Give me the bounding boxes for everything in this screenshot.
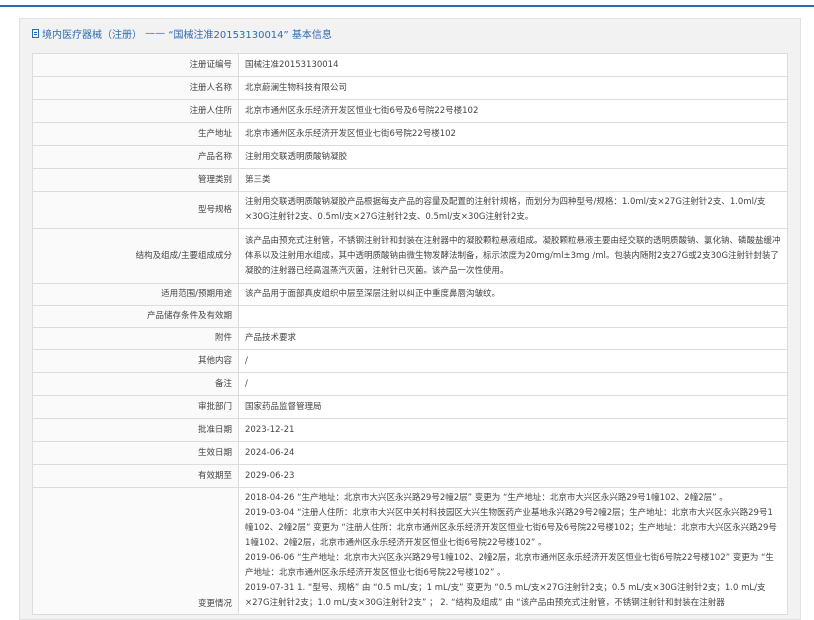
table-row: 注册证编号 国械注准20153130014 — [32, 53, 788, 77]
top-divider — [0, 5, 814, 7]
table-row: 适用范围/预期用途 该产品用于面部真皮组织中层至深层注射以纠正中重度鼻唇沟皱纹。 — [32, 283, 788, 306]
table-row: 备注 / — [32, 372, 788, 396]
field-value — [238, 305, 788, 328]
field-label: 生效日期 — [32, 441, 239, 465]
field-label: 附件 — [32, 327, 239, 350]
field-value: 国械注准20153130014 — [238, 53, 788, 77]
table-row: 产品名称 注射用交联透明质酸钠凝胶 — [32, 145, 788, 169]
document-icon — [32, 29, 39, 38]
field-label: 备注 — [32, 372, 239, 396]
field-label: 管理类别 — [32, 168, 239, 192]
field-label: 型号规格 — [32, 191, 239, 229]
field-value: 该产品用于面部真皮组织中层至深层注射以纠正中重度鼻唇沟皱纹。 — [238, 283, 788, 306]
table-row: 结构及组成/主要组成成分 该产品由预充式注射管，不锈钢注射针和封装在注射器中的凝… — [32, 228, 788, 284]
field-value: 2029-06-23 — [238, 464, 788, 488]
title-separator: —— — [142, 28, 169, 39]
field-label: 有效期至 — [32, 464, 239, 488]
table-row: 生效日期 2024-06-24 — [32, 441, 788, 465]
field-value: / — [238, 372, 788, 396]
detail-panel: 境内医疗器械（注册） —— “国械注准20153130014” 基本信息 注册证… — [19, 18, 801, 620]
title-main: “国械注准20153130014” 基本信息 — [168, 30, 332, 41]
field-label: 其他内容 — [32, 349, 239, 373]
field-value: 国家药品监督管理局 — [238, 395, 788, 419]
field-value: 北京蔚澜生物科技有限公司 — [238, 76, 788, 100]
field-value: 第三类 — [238, 168, 788, 192]
field-value: 北京市通州区永乐经济开发区恒业七街6号院22号楼102 — [238, 122, 788, 146]
change-history: 2018-04-26 “生产地址：北京市大兴区永兴路29号2幢2层” 变更为 “… — [238, 487, 788, 615]
table-row: 产品储存条件及有效期 — [32, 305, 788, 328]
field-value: 注射用交联透明质酸钠凝胶产品根据每支产品的容量及配置的注射针规格，而划分为四种型… — [238, 191, 788, 229]
field-label: 注册人名称 — [32, 76, 239, 100]
table-row: 有效期至 2029-06-23 — [32, 464, 788, 488]
table-row: 注册人名称 北京蔚澜生物科技有限公司 — [32, 76, 788, 100]
field-label: 批准日期 — [32, 418, 239, 442]
field-label: 产品名称 — [32, 145, 239, 169]
table-row: 批准日期 2023-12-21 — [32, 418, 788, 442]
field-value: 注射用交联透明质酸钠凝胶 — [238, 145, 788, 169]
field-value: / — [238, 349, 788, 373]
table-row: 生产地址 北京市通州区永乐经济开发区恒业七街6号院22号楼102 — [32, 122, 788, 146]
table-row: 变更情况 2018-04-26 “生产地址：北京市大兴区永兴路29号2幢2层” … — [32, 487, 788, 615]
field-label: 注册证编号 — [32, 53, 239, 77]
table-row: 附件 产品技术要求 — [32, 327, 788, 350]
field-value: 产品技术要求 — [238, 327, 788, 350]
panel-title: 境内医疗器械（注册） —— “国械注准20153130014” 基本信息 — [32, 26, 332, 41]
field-value: 北京市通州区永乐经济开发区恒业七街6号及6号院22号楼102 — [238, 99, 788, 123]
history-entry: 2019-07-31 1. “型号、规格” 由 “0.5 mL/支；1 mL/支… — [245, 583, 766, 608]
history-entry: 2019-06-06 “生产地址：北京市大兴区永兴路29号1幢102、2幢2层，… — [245, 553, 774, 578]
field-label: 结构及组成/主要组成成分 — [32, 228, 239, 284]
table-row: 其他内容 / — [32, 349, 788, 373]
field-value: 2023-12-21 — [238, 418, 788, 442]
table-row: 审批部门 国家药品监督管理局 — [32, 395, 788, 419]
table-row: 注册人住所 北京市通州区永乐经济开发区恒业七街6号及6号院22号楼102 — [32, 99, 788, 123]
field-value: 该产品由预充式注射管，不锈钢注射针和封装在注射器中的凝胶颗粒悬液组成。凝胶颗粒悬… — [238, 228, 788, 284]
field-label: 注册人住所 — [32, 99, 239, 123]
history-entry: 2019-03-04 “注册人住所：北京市大兴区中关村科技园区大兴生物医药产业基… — [245, 508, 777, 548]
field-label: 变更情况 — [32, 487, 239, 615]
field-value: 2024-06-24 — [238, 441, 788, 465]
field-label: 产品储存条件及有效期 — [32, 305, 239, 328]
table-row: 管理类别 第三类 — [32, 168, 788, 192]
field-label: 审批部门 — [32, 395, 239, 419]
info-table: 注册证编号 国械注准20153130014 注册人名称 北京蔚澜生物科技有限公司… — [32, 53, 788, 615]
title-prefix: 境内医疗器械（注册） — [42, 30, 142, 41]
field-label: 适用范围/预期用途 — [32, 283, 239, 306]
field-label: 生产地址 — [32, 122, 239, 146]
table-row: 型号规格 注射用交联透明质酸钠凝胶产品根据每支产品的容量及配置的注射针规格，而划… — [32, 191, 788, 229]
history-entry: 2018-04-26 “生产地址：北京市大兴区永兴路29号2幢2层” 变更为 “… — [245, 493, 728, 503]
